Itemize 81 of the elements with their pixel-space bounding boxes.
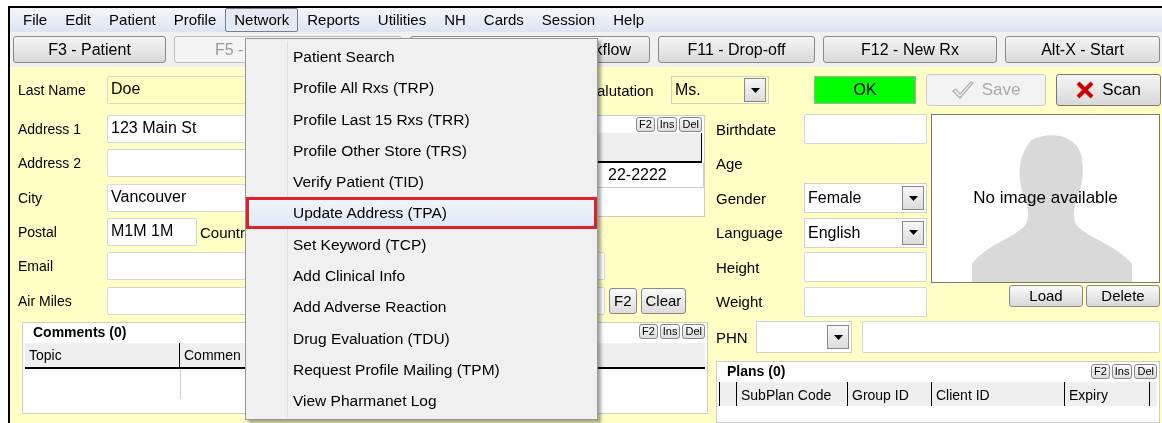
small-button[interactable]: Del	[682, 324, 705, 340]
small-button[interactable]: F2	[638, 324, 658, 340]
toolbar-button[interactable]: Alt-X - Start	[1005, 36, 1160, 63]
small-button[interactable]: Ins	[1111, 363, 1133, 379]
menu-item[interactable]: Patient	[100, 8, 165, 32]
status-indicator: OK	[814, 76, 916, 104]
menu-item[interactable]: NH	[435, 8, 475, 32]
menu-item[interactable]: Session	[532, 8, 605, 32]
caret-icon	[750, 87, 760, 93]
column-header: SubPlan Code	[737, 382, 848, 406]
dropdown[interactable]: Ms.	[671, 76, 769, 104]
dropdown[interactable]	[756, 321, 852, 353]
menu-item[interactable]: Add Adverse Reaction	[246, 291, 597, 323]
photo-button[interactable]: Load	[1009, 284, 1083, 307]
field-label: Birthdate	[716, 120, 778, 138]
small-button[interactable]: Ins	[656, 117, 678, 132]
text-field[interactable]	[804, 286, 927, 317]
menu-item[interactable]: Profile Last 15 Rxs (TRR)	[246, 103, 597, 135]
menu-item[interactable]: Help	[604, 8, 654, 32]
field-label: Countr	[199, 223, 246, 241]
action-button[interactable]: Scan	[1056, 74, 1161, 106]
menu-item[interactable]: Network	[225, 8, 299, 32]
small-button[interactable]: Del	[679, 117, 702, 132]
field-label: Height	[716, 258, 761, 276]
field-label: Age	[716, 155, 744, 173]
dropdown[interactable]: English	[804, 217, 927, 248]
toolbar-button[interactable]: F3 - Patient	[13, 36, 166, 63]
field-label: Language	[716, 224, 784, 242]
menu-item[interactable]: Edit	[56, 8, 101, 32]
toolbar-button[interactable]: F12 - New Rx	[823, 36, 997, 63]
field-label: Postal	[17, 224, 58, 241]
field-label: Address 2	[17, 155, 83, 172]
column-header: Expiry	[1065, 382, 1150, 406]
caret-icon	[908, 230, 918, 236]
menu-item[interactable]: Utilities	[368, 8, 436, 32]
photo-caption: No image available	[973, 188, 1118, 209]
caret-icon	[908, 195, 918, 201]
panel-title: Comments (0)	[32, 323, 127, 340]
menu-item[interactable]: Update Address (TPA)	[246, 197, 597, 229]
small-button[interactable]: Clear	[640, 287, 687, 314]
field-label: Address 1	[17, 121, 83, 138]
toolbar-button[interactable]: F11 - Drop-off	[658, 36, 815, 63]
column-header: Client ID	[932, 382, 1065, 406]
field-label: Gender	[716, 189, 768, 207]
column-header: Topic	[25, 342, 180, 367]
column-header: Group ID	[848, 382, 932, 406]
menu-item[interactable]: Patient Search	[246, 41, 597, 73]
text-field[interactable]	[804, 252, 927, 283]
small-button[interactable]: F2	[1090, 363, 1110, 379]
menu-item[interactable]: Cards	[474, 8, 533, 32]
field-label: Email	[17, 258, 54, 275]
column-header: Commen	[183, 345, 241, 365]
menu-item[interactable]: Drug Evaluation (TDU)	[246, 322, 597, 354]
menu-item[interactable]: Add Clinical Info	[246, 260, 597, 292]
field-label: City	[17, 189, 44, 206]
menu-item[interactable]: Profile	[164, 8, 226, 32]
check-icon	[951, 81, 974, 99]
small-button[interactable]: F2	[609, 287, 637, 314]
menu-item[interactable]: View Pharmanet Log	[246, 385, 597, 417]
field-label: Weight	[716, 293, 764, 311]
small-button[interactable]: F2	[635, 117, 655, 132]
caret-icon	[833, 334, 843, 340]
menu-item[interactable]: File	[14, 8, 57, 32]
photo-button[interactable]: Delete	[1086, 284, 1160, 307]
menu-item[interactable]: Set Keyword (TCP)	[246, 228, 597, 261]
text-field[interactable]	[804, 114, 927, 145]
close-icon	[1076, 81, 1095, 99]
text-field[interactable]: M1M 1M	[107, 218, 197, 247]
field-label: Air Miles	[17, 292, 73, 309]
panel-title: Plans (0)	[726, 363, 786, 379]
small-button[interactable]: Del	[1134, 363, 1157, 379]
field-label: Last Name	[17, 82, 87, 98]
menu-item[interactable]: Request Profile Mailing (TPM)	[246, 353, 597, 386]
small-button[interactable]: Ins	[659, 324, 681, 340]
menu-item[interactable]: Reports	[298, 8, 369, 32]
text-field[interactable]	[862, 321, 1160, 353]
field-label: alutation	[596, 81, 655, 99]
dropdown[interactable]: Female	[804, 183, 927, 214]
column-header	[719, 382, 737, 406]
menu-item[interactable]: Profile All Rxs (TRP)	[246, 72, 597, 104]
field-label: PHN	[716, 328, 749, 346]
